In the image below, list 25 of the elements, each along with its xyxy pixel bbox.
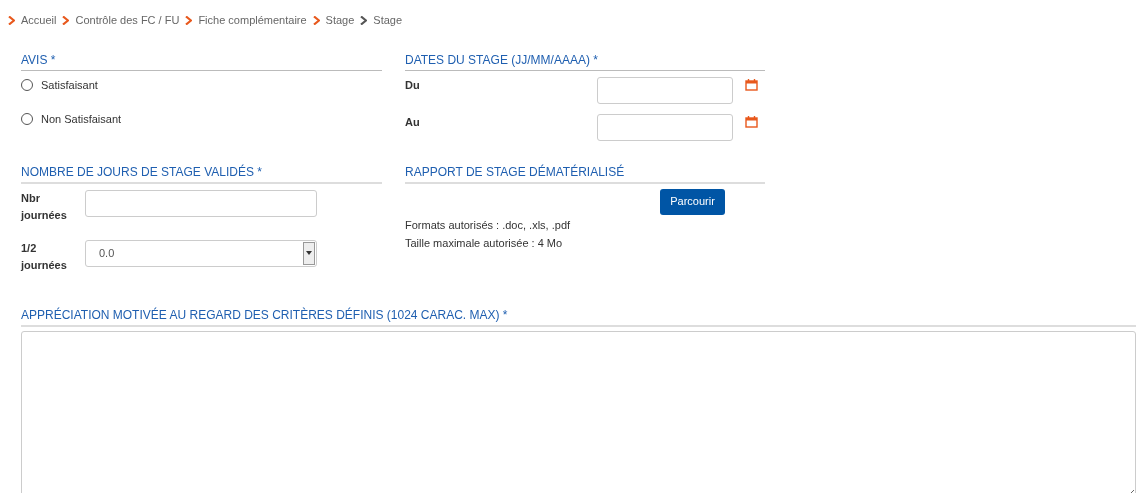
breadcrumb-link[interactable]: Accueil [21,12,57,29]
calendar-icon[interactable] [745,77,758,91]
section-heading: RAPPORT DE STAGE DÉMATÉRIALISÉ [405,162,765,184]
section-heading: NOMBRE DE JOURS DE STAGE VALIDÉS * [21,162,382,184]
field-label: Du [405,77,421,93]
breadcrumb-current[interactable]: Stage [373,12,403,29]
help-text: Formats autorisés : .doc, .xls, .pdf [405,217,572,233]
input-field[interactable] [85,189,317,217]
section-heading: APPRÉCIATION MOTIVÉE AU REGARD DES CRITÈRES DÉFINIS (1024 CARAC. MAX) * [21,305,1136,327]
breadcrumb-link[interactable]: Contrôle des FC / FU [75,12,180,29]
date-field[interactable] [597,113,733,141]
browse-button[interactable]: Parcourir [660,188,725,215]
section-heading: DATES DU STAGE (JJ/MM/AAAA) * [405,50,765,71]
field-label: Au [405,114,421,130]
breadcrumb-link[interactable]: Stage [325,12,355,29]
section-heading: AVIS * [21,50,382,71]
radio-label[interactable]: Non Satisfaisant [41,111,122,128]
field-label: 1/2 journées [21,240,68,273]
calendar-icon[interactable] [745,114,758,128]
radio-label[interactable]: Satisfaisant [41,76,98,93]
dropdown[interactable]: 0.0 [85,239,317,267]
help-text: Taille maximale autorisée : 4 Mo [405,236,564,251]
date-field[interactable] [597,76,733,104]
field-label: Nbr journées [21,190,68,223]
breadcrumb-link[interactable]: Fiche complémentaire [198,12,307,29]
